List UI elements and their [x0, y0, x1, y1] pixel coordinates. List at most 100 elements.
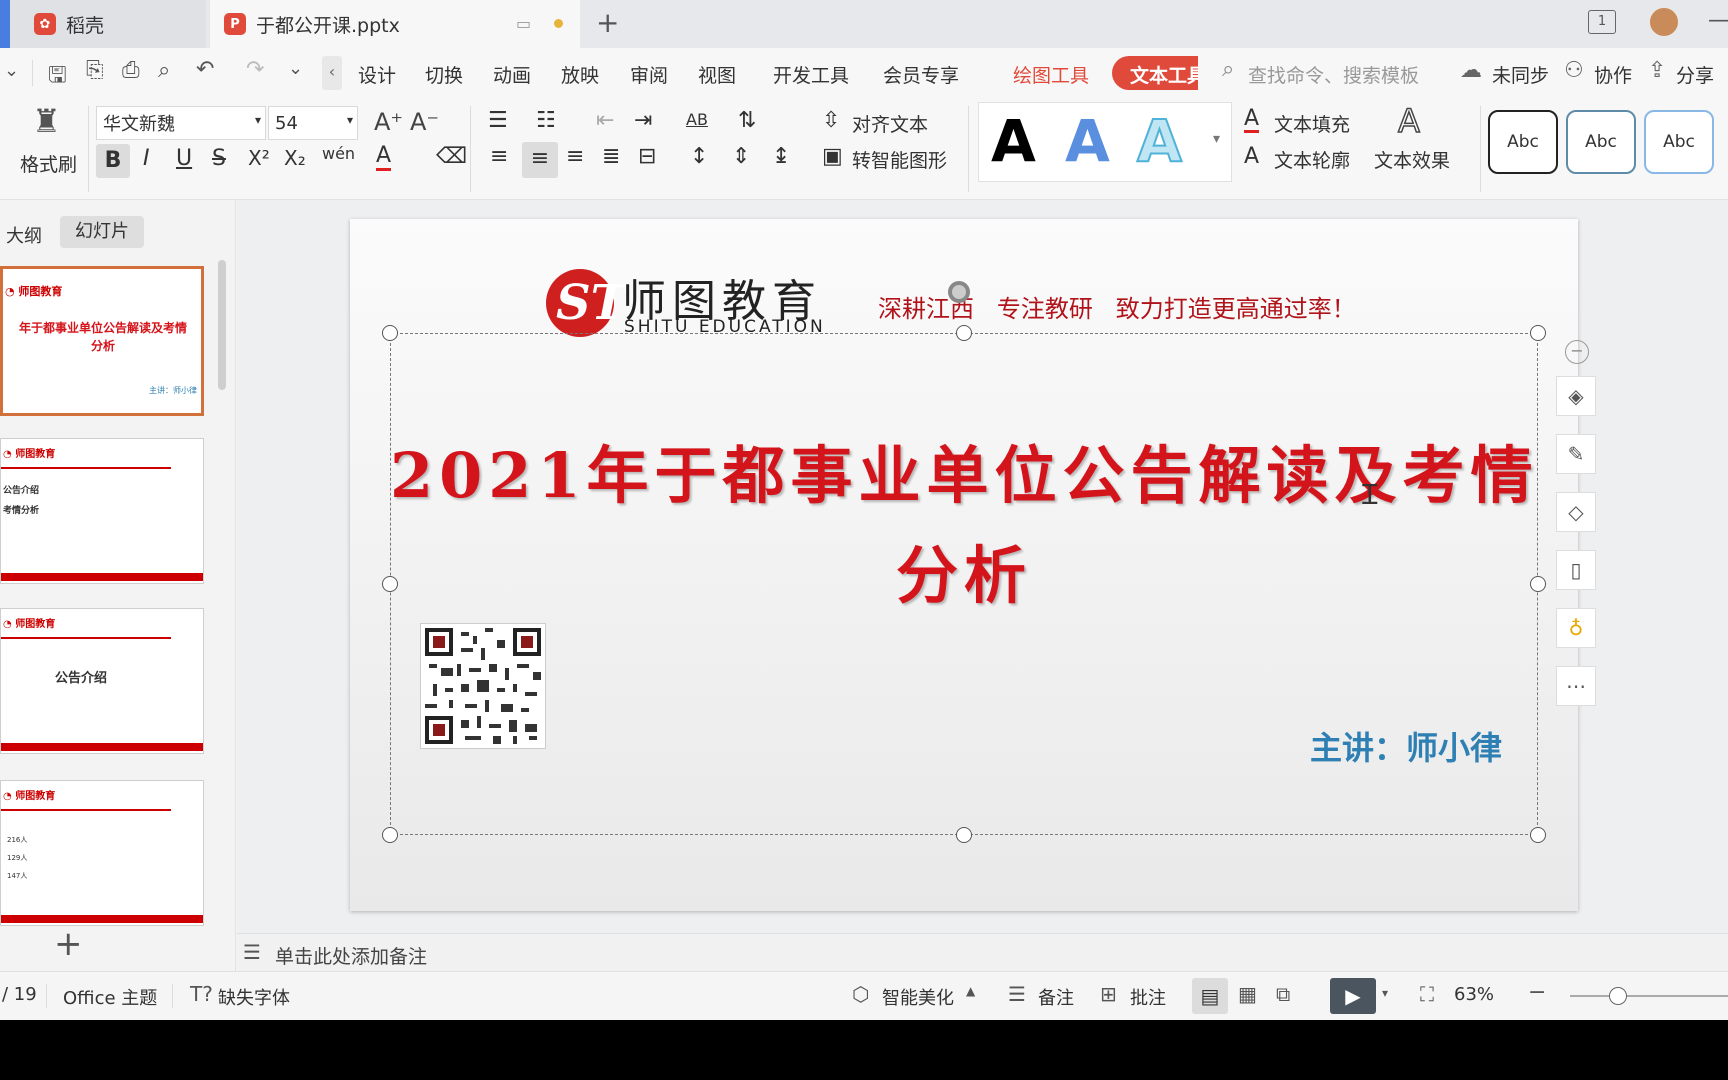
text-effect-button[interactable]: 文本效果 — [1374, 146, 1450, 173]
text-outline-button[interactable]: 文本轮廓 — [1274, 146, 1350, 173]
subscript-button[interactable]: X₂ — [284, 146, 306, 170]
text-style-black[interactable]: A — [991, 107, 1036, 175]
sync-button[interactable]: 未同步 — [1492, 61, 1549, 88]
page-indicator[interactable]: / 19 — [2, 984, 37, 1005]
text-style-blue[interactable]: A — [1065, 107, 1110, 175]
shape-style-black[interactable]: Abc — [1488, 110, 1558, 174]
menu-slideshow[interactable]: 放映 — [561, 61, 599, 88]
strikethrough-button[interactable]: S — [212, 146, 226, 171]
lightbulb-icon[interactable]: ♁ — [1556, 608, 1596, 648]
slides-tab[interactable]: 幻灯片 — [60, 216, 144, 248]
text-style-gallery[interactable]: A A A ▾ — [978, 102, 1232, 182]
grid-view-icon[interactable]: ▦ — [1238, 982, 1257, 1006]
shape-style-light[interactable]: Abc — [1644, 110, 1714, 174]
resize-handle[interactable] — [956, 325, 972, 341]
increase-indent-icon[interactable]: ⇥ — [634, 108, 652, 133]
menu-animation[interactable]: 动画 — [493, 61, 531, 88]
undo-icon[interactable]: ↶ — [196, 57, 214, 82]
slide-thumb-3[interactable]: ◔ 师图教育 公告介绍 — [0, 608, 204, 754]
fit-window-icon[interactable]: ⛶ — [1420, 982, 1434, 1006]
comment-button[interactable]: 批注 — [1130, 984, 1166, 1010]
rotate-handle[interactable] — [948, 281, 970, 303]
panel-scrollbar[interactable] — [218, 260, 226, 390]
collapse-toolbar-icon[interactable]: − — [1565, 340, 1589, 364]
text-direction-icon[interactable]: AB — [686, 110, 708, 129]
align-left-icon[interactable]: ≡ — [490, 144, 508, 169]
share-button[interactable]: 分享 — [1676, 61, 1714, 88]
resize-handle[interactable] — [956, 827, 972, 843]
chevron-down-icon[interactable]: ▾ — [1382, 986, 1388, 1000]
print-icon[interactable]: ⎙ — [122, 58, 140, 83]
monitor-icon[interactable]: ▭ — [516, 14, 531, 33]
font-color-icon[interactable]: A — [376, 144, 392, 171]
scroll-left-button[interactable]: ‹ — [322, 56, 342, 90]
format-painter-button[interactable]: 格式刷 — [20, 150, 77, 177]
zoom-slider[interactable] — [1570, 995, 1728, 997]
notes-toggle-button[interactable]: 备注 — [1038, 984, 1074, 1010]
bold-button[interactable]: B — [96, 144, 130, 178]
font-size-select[interactable]: 54 ▾ — [268, 106, 358, 140]
spacing-options-icon[interactable]: ↨ — [772, 144, 790, 169]
layers-icon[interactable]: ◈ — [1556, 376, 1596, 416]
menu-review[interactable]: 审阅 — [630, 61, 668, 88]
beautify-button[interactable]: 智能美化 — [882, 984, 954, 1010]
theme-label[interactable]: Office 主题 — [63, 984, 157, 1010]
smart-shape-button[interactable]: 转智能图形 — [852, 146, 947, 173]
tab-document[interactable]: P 于都公开课.pptx ▭ — [210, 0, 580, 48]
avatar[interactable] — [1648, 6, 1680, 38]
distribute-icon[interactable]: ⊟ — [638, 144, 656, 169]
bullet-list-icon[interactable]: ☰ — [488, 108, 508, 133]
outline-tab[interactable]: 大纲 — [6, 222, 42, 248]
missing-font-button[interactable]: 缺失字体 — [218, 984, 290, 1010]
redo-icon[interactable]: ↷ — [246, 57, 264, 82]
clear-format-icon[interactable]: ⌫ — [436, 144, 467, 169]
tab-text-tools[interactable]: 文本工具 — [1112, 56, 1198, 90]
numbered-list-icon[interactable]: ☷ — [536, 108, 556, 133]
font-name-select[interactable]: 华文新魏 ▾ — [96, 106, 266, 140]
decrease-font-icon[interactable]: A⁻ — [410, 108, 439, 136]
brush-icon[interactable]: ✎ — [1556, 434, 1596, 474]
decrease-indent-icon[interactable]: ⇤ — [596, 108, 614, 133]
slide-title-line2[interactable]: 分析 — [390, 525, 1538, 615]
zoom-level[interactable]: 63% — [1454, 984, 1494, 1005]
new-tab-icon[interactable]: + — [596, 6, 619, 39]
tab-drawing-tools[interactable]: 绘图工具 — [1013, 61, 1089, 88]
superscript-button[interactable]: X² — [248, 146, 270, 170]
menu-view[interactable]: 视图 — [698, 61, 736, 88]
increase-font-icon[interactable]: A⁺ — [374, 108, 403, 136]
tab-home[interactable]: ✿ 稻壳 — [10, 0, 206, 48]
slide-thumb-2[interactable]: ◔ 师图教育 公告介绍 考情分析 — [0, 438, 204, 584]
justify-icon[interactable]: ≣ — [602, 144, 620, 169]
normal-view-icon[interactable]: ▤ — [1192, 978, 1228, 1014]
resize-handle[interactable] — [1530, 325, 1546, 341]
slide-thumb-4[interactable]: ◔ 师图教育 216人 129人 147人 — [0, 780, 204, 926]
format-icon[interactable]: ⎘ — [86, 58, 104, 83]
print-preview-icon[interactable]: ⌕ — [158, 58, 170, 83]
paragraph-spacing-icon[interactable]: ⇕ — [732, 144, 750, 169]
play-button[interactable]: ▶ — [1330, 978, 1376, 1014]
underline-button[interactable]: U — [176, 146, 192, 171]
slide-thumb-1[interactable]: ◔ 师图教育 年于都事业单位公告解读及考情 分析 主讲：师小律 — [0, 266, 204, 416]
window-count-icon[interactable]: 1 — [1588, 10, 1616, 34]
customize-icon[interactable]: ⌄ — [288, 58, 303, 79]
align-center-button[interactable]: ≡ — [522, 142, 558, 178]
collab-button[interactable]: 协作 — [1594, 61, 1632, 88]
reading-view-icon[interactable]: ⧉ — [1276, 982, 1290, 1006]
more-icon[interactable]: ⋯ — [1556, 666, 1596, 706]
menu-member[interactable]: 会员专享 — [883, 61, 959, 88]
resize-handle[interactable] — [1530, 827, 1546, 843]
menu-developer[interactable]: 开发工具 — [773, 61, 849, 88]
slide[interactable]: ST 师图教育 SHITU EDUCATION 深耕江西 专注教研 致力打造更高… — [350, 219, 1578, 911]
frame-icon[interactable]: ▯ — [1556, 550, 1596, 590]
text-fill-button[interactable]: 文本填充 — [1274, 110, 1350, 137]
fill-icon[interactable]: ◇ — [1556, 492, 1596, 532]
zoom-slider-thumb[interactable] — [1609, 987, 1627, 1005]
menu-design[interactable]: 设计 — [358, 61, 396, 88]
gallery-more-icon[interactable]: ▾ — [1213, 131, 1220, 147]
text-style-outline[interactable]: A — [1136, 106, 1183, 176]
italic-button[interactable]: I — [143, 146, 150, 171]
chevron-up-icon[interactable]: ▲ — [966, 984, 975, 998]
align-right-icon[interactable]: ≡ — [566, 144, 584, 169]
sort-icon[interactable]: ⇅ — [738, 108, 756, 133]
zoom-out-icon[interactable]: − — [1528, 980, 1546, 1005]
